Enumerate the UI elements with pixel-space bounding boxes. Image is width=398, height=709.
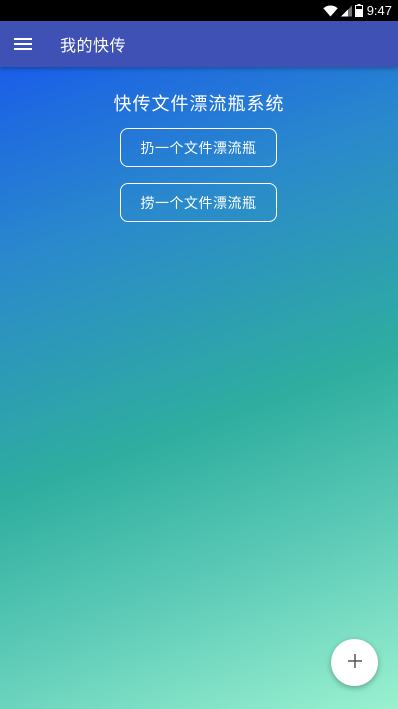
add-fab-button[interactable] [331,639,378,686]
plus-icon [347,653,362,672]
menu-button[interactable] [0,21,46,67]
app-title: 我的快传 [60,36,127,55]
wifi-icon [322,5,338,17]
status-bar: 9:47 [0,0,398,21]
app-bar: 我的快传 [0,21,398,67]
pick-bottle-button[interactable]: 捞一个文件漂流瓶 [120,183,277,222]
clock-time: 9:47 [366,3,392,18]
signal-icon [340,5,352,17]
battery-icon [354,4,363,17]
main-content: 快传文件漂流瓶系统 扔一个文件漂流瓶 捞一个文件漂流瓶 [0,67,398,709]
hamburger-menu-icon [14,35,32,54]
throw-bottle-button[interactable]: 扔一个文件漂流瓶 [120,128,277,167]
page-heading: 快传文件漂流瓶系统 [113,94,285,115]
status-icons [322,4,363,17]
